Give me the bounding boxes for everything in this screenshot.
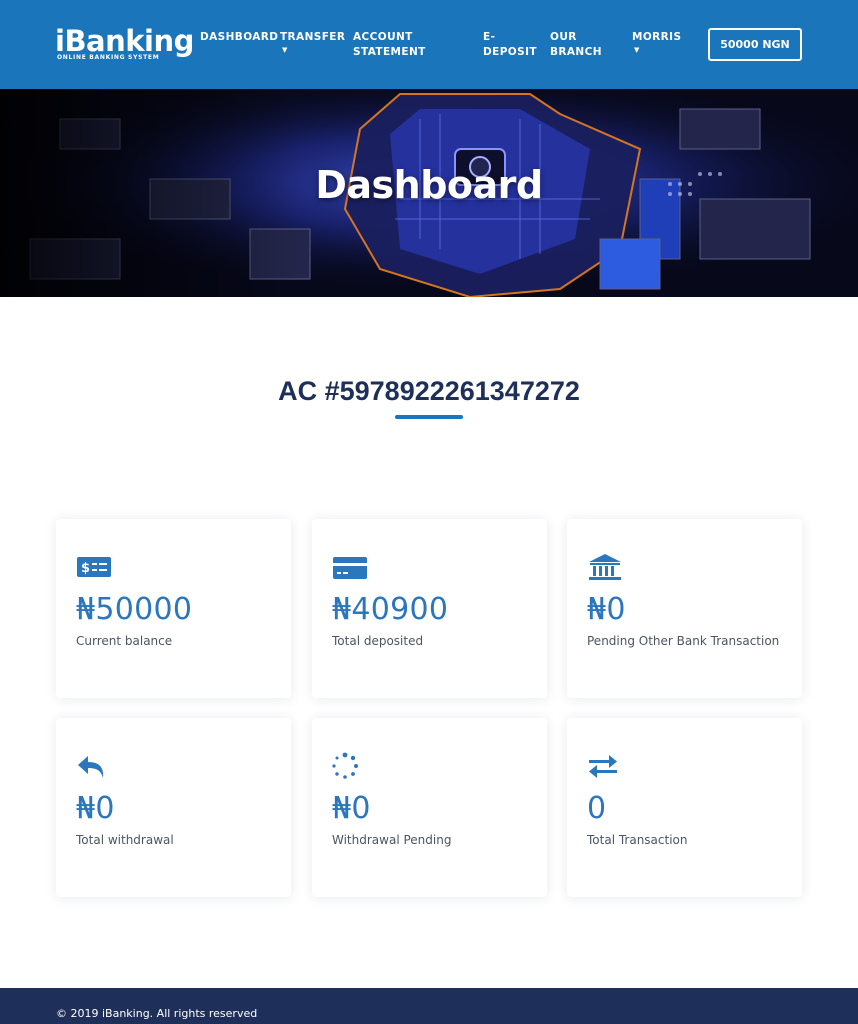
reply-arrow-icon (78, 756, 104, 778)
nav-transfer[interactable]: TRANSFER ▼ (280, 30, 345, 55)
stat-card-total-transaction: 0 Total Transaction (567, 718, 802, 897)
balance-button[interactable]: 50000 NGN (708, 28, 802, 61)
copyright-text: © 2019 iBanking. All rights reserved (56, 1007, 258, 1020)
credit-card-icon (333, 557, 367, 579)
stat-value: ₦0 (587, 592, 626, 627)
caret-down-icon: ▼ (282, 46, 288, 54)
stat-label: Total withdrawal (76, 833, 174, 847)
nav-dashboard-label: DASHBOARD (200, 31, 279, 43)
stat-card-withdrawal-pending: ₦0 Withdrawal Pending (312, 718, 547, 897)
top-navbar: iBanking ONLINE BANKING SYSTEM DASHBOARD… (0, 0, 858, 89)
nav-user-menu[interactable]: MORRIS ▼ (632, 30, 681, 55)
caret-down-icon: ▼ (634, 46, 640, 54)
stat-label: Total Transaction (587, 833, 688, 847)
stat-label: Pending Other Bank Transaction (587, 634, 780, 648)
nav-account-statement[interactable]: ACCOUNT STATEMENT (353, 30, 453, 60)
account-number-heading: AC #5978922261347272 (278, 376, 580, 406)
stat-card-total-withdrawal: ₦0 Total withdrawal (56, 718, 291, 897)
stat-label: Total deposited (332, 634, 424, 648)
brand-logo[interactable]: iBanking ONLINE BANKING SYSTEM (55, 26, 194, 61)
nav-account-statement-label: ACCOUNT STATEMENT (353, 31, 426, 58)
svg-text:$: $ (81, 561, 90, 576)
stat-label: Current balance (76, 634, 173, 648)
page-title: Dashboard (315, 163, 543, 207)
money-bill-icon: $ (77, 557, 111, 577)
nav-our-branch-label: OUR BRANCH (550, 31, 602, 58)
stat-card-total-deposited: ₦40900 Total deposited (312, 519, 547, 698)
stat-value: ₦0 (332, 791, 371, 826)
stat-value: ₦50000 (76, 592, 193, 627)
nav-dashboard[interactable]: DASHBOARD (200, 30, 278, 45)
exchange-icon (589, 755, 617, 778)
balance-button-label: 50000 NGN (720, 38, 790, 51)
stat-card-pending-other-bank: ₦0 Pending Other Bank Transaction (567, 519, 802, 698)
stat-value: ₦0 (76, 791, 115, 826)
page-footer: © 2019 iBanking. All rights reserved (0, 988, 858, 1024)
nav-e-deposit-label: E-DEPOSIT (483, 31, 537, 58)
heading-underline (395, 415, 463, 419)
stat-label: Withdrawal Pending (332, 833, 452, 847)
nav-user-menu-label: MORRIS (632, 31, 682, 43)
nav-our-branch[interactable]: OUR BRANCH (550, 30, 610, 60)
nav-transfer-label: TRANSFER (280, 31, 346, 43)
stat-value: ₦40900 (332, 592, 449, 627)
brand-name: iBanking (55, 24, 194, 58)
nav-e-deposit[interactable]: E-DEPOSIT (483, 30, 537, 60)
stat-value: 0 (587, 791, 607, 826)
bank-icon (589, 554, 621, 580)
hero-banner: Dashboard (0, 89, 858, 297)
spinner-icon (332, 752, 358, 779)
stat-card-current-balance: $ ₦50000 Current balance (56, 519, 291, 698)
